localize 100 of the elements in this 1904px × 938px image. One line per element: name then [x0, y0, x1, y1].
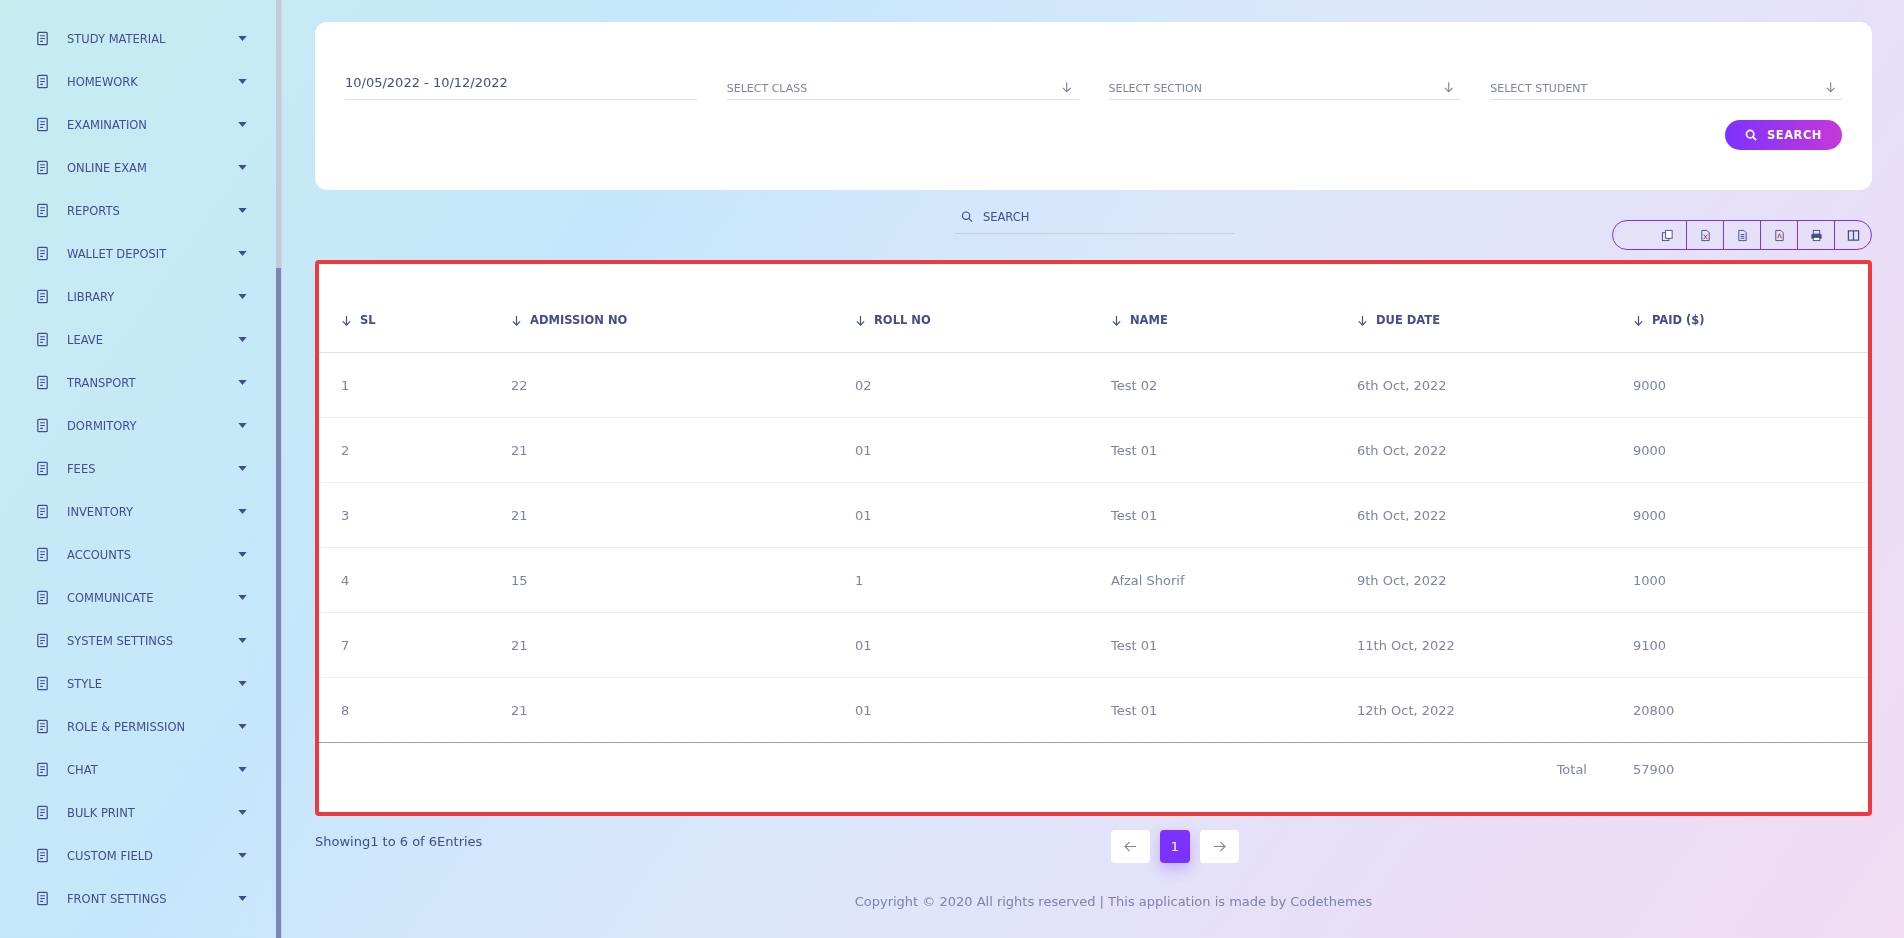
caret-icon	[238, 251, 247, 256]
column-header[interactable]: ROLL NO	[855, 290, 1111, 353]
caret-icon	[238, 36, 247, 41]
document-icon	[35, 418, 50, 433]
spreadsheet-icon	[1698, 228, 1712, 242]
total-value: 57900	[1633, 761, 1675, 777]
table-cell: 6th Oct, 2022	[1357, 377, 1447, 393]
sidebar-item[interactable]: INVENTORY	[0, 490, 275, 533]
table-cell: 2	[341, 442, 350, 458]
arrow-down-icon	[1824, 80, 1836, 93]
arrow-down-icon	[511, 314, 522, 326]
table-cell: Test 02	[1111, 377, 1158, 393]
column-header[interactable]: DUE DATE	[1357, 290, 1633, 353]
sidebar-item[interactable]: FEES	[0, 447, 275, 490]
sidebar-item[interactable]: CHAT	[0, 748, 275, 791]
caret-icon	[238, 853, 247, 858]
sidebar-item[interactable]: LIBRARY	[0, 275, 275, 318]
select-field[interactable]: SELECT CLASS	[726, 82, 1062, 95]
document-icon	[35, 719, 50, 734]
table-cell: 3	[341, 507, 350, 523]
table-cell: 22	[511, 377, 528, 393]
caret-icon	[238, 552, 247, 557]
caret-icon	[238, 509, 247, 514]
column-header[interactable]: ADMISSION NO	[511, 290, 855, 353]
table-cell: 9000	[1633, 377, 1667, 393]
caret-icon	[238, 595, 247, 600]
arrow-down-icon	[1357, 314, 1368, 326]
table-cell: 9100	[1633, 637, 1667, 653]
caret-icon	[238, 165, 247, 170]
document-icon	[35, 203, 50, 218]
table-cell: 01	[855, 702, 872, 718]
arrow-right-icon	[1213, 840, 1226, 853]
arrow-down-icon	[341, 314, 352, 326]
table-cell: 21	[511, 702, 528, 718]
document-icon	[35, 590, 50, 605]
sidebar-item[interactable]: CUSTOM FIELD	[0, 834, 275, 877]
table-cell: 9000	[1633, 507, 1667, 523]
entries-info: Showing1 to 6 of 6Entries	[315, 834, 483, 849]
document-icon	[35, 891, 50, 906]
sidebar-item[interactable]: STUDY MATERIAL	[0, 17, 275, 60]
arrow-down-icon	[855, 314, 866, 326]
caret-icon	[238, 423, 247, 428]
table-cell: Test 01	[1111, 442, 1158, 458]
sidebar-item[interactable]: HOMEWORK	[0, 60, 275, 103]
select-field[interactable]: SELECT SECTION	[1108, 82, 1443, 95]
sidebar-item[interactable]: COMMUNICATE	[0, 576, 275, 619]
sidebar-item[interactable]: TRANSPORT	[0, 361, 275, 404]
arrow-down-icon	[1633, 314, 1644, 326]
sidebar-item[interactable]: STYLE	[0, 662, 275, 705]
arrow-left-icon	[1124, 840, 1137, 853]
document-icon	[35, 461, 50, 476]
document-icon	[35, 805, 50, 820]
table-cell: 01	[855, 442, 872, 458]
table-cell: Test 01	[1111, 637, 1158, 653]
sidebar-item[interactable]: SYSTEM SETTINGS	[0, 619, 275, 662]
sidebar-item[interactable]: DORMITORY	[0, 404, 275, 447]
table-cell: 9000	[1633, 442, 1667, 458]
arrow-down-icon	[1061, 80, 1073, 93]
table-cell: 15	[511, 572, 528, 588]
arrow-down-icon	[1111, 314, 1122, 326]
date-range-field[interactable]: 10/05/2022 - 10/12/2022	[345, 75, 697, 90]
copyright-text: Copyright © 2020 All rights reserved | This application is made by Codethemes	[853, 894, 1374, 909]
table-cell: 8	[341, 702, 350, 718]
table-cell: 21	[511, 637, 528, 653]
caret-icon	[238, 810, 247, 815]
table-cell: 1	[855, 572, 864, 588]
search-icon	[961, 210, 973, 223]
column-header[interactable]: NAME	[1111, 290, 1357, 353]
sidebar-item[interactable]: ONLINE EXAM	[0, 146, 275, 189]
sidebar-item[interactable]: ACCOUNTS	[0, 533, 275, 576]
caret-icon	[238, 294, 247, 299]
caret-icon	[238, 208, 247, 213]
document-icon	[35, 117, 50, 132]
column-header[interactable]: PAID ($)	[1633, 290, 1868, 353]
sidebar-item[interactable]: EXAMINATION	[0, 103, 275, 146]
document-icon	[35, 246, 50, 261]
table-cell: 11th Oct, 2022	[1357, 637, 1455, 653]
caret-icon	[238, 79, 247, 84]
sidebar-item[interactable]: BULK PRINT	[0, 791, 275, 834]
search-button[interactable]: SEARCH	[1725, 120, 1842, 150]
sidebar-item[interactable]: ROLE & PERMISSION	[0, 705, 275, 748]
page-button[interactable]: 1	[1160, 830, 1190, 863]
column-header[interactable]: SL	[319, 290, 511, 353]
document-icon	[35, 31, 50, 46]
copy-icon	[1661, 228, 1674, 242]
sidebar-item[interactable]: LEAVE	[0, 318, 275, 361]
document-icon	[35, 74, 50, 89]
sidebar-item[interactable]: WALLET DEPOSIT	[0, 232, 275, 275]
document-icon	[35, 289, 50, 304]
scrollbar-thumb[interactable]	[276, 268, 281, 938]
table-cell: Test 01	[1111, 507, 1158, 523]
caret-icon	[238, 724, 247, 729]
document-icon	[35, 848, 50, 863]
table-search-field[interactable]: SEARCH	[980, 208, 1235, 225]
table-cell: 02	[855, 377, 872, 393]
document-icon	[35, 633, 50, 648]
select-field[interactable]: SELECT STUDENT	[1490, 82, 1825, 95]
sidebar-item[interactable]: FRONT SETTINGS	[0, 877, 275, 920]
table-cell: 21	[511, 442, 528, 458]
sidebar-item[interactable]: REPORTS	[0, 189, 275, 232]
